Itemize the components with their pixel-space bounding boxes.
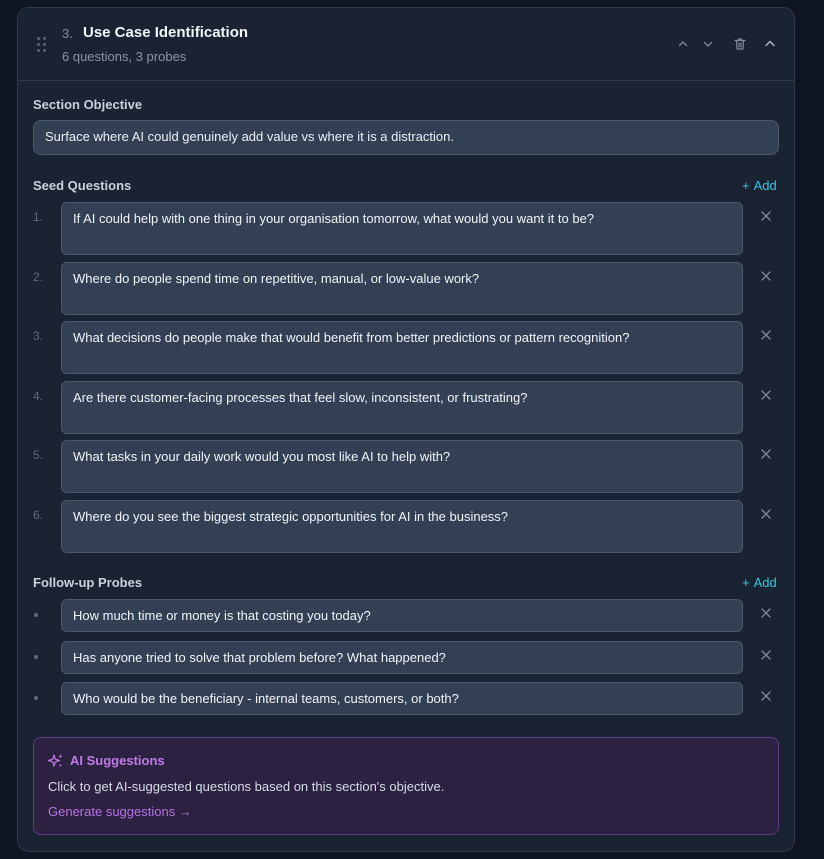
close-icon[interactable]: [759, 388, 773, 402]
drag-handle-icon[interactable]: [37, 37, 47, 53]
add-question-label: Add: [753, 178, 777, 193]
question-field[interactable]: Where do people spend time on repetitive…: [61, 262, 743, 315]
question-number: 4.: [33, 389, 44, 403]
trash-icon[interactable]: [730, 34, 750, 54]
question-field[interactable]: What tasks in your daily work would you …: [61, 440, 743, 493]
objective-label: Section Objective: [33, 97, 143, 112]
probe-field[interactable]: Who would be the beneficiary - internal …: [61, 682, 743, 715]
question-number: 5.: [33, 448, 44, 462]
section-number: 3.: [62, 26, 73, 41]
close-icon[interactable]: [759, 209, 773, 223]
bullet-icon: [34, 655, 38, 659]
generate-suggestions-link[interactable]: Generate suggestions →: [48, 804, 192, 819]
add-probe-label: Add: [753, 575, 777, 590]
question-field[interactable]: Where do you see the biggest strategic o…: [61, 500, 743, 553]
section-title: Use Case Identification: [83, 24, 249, 41]
probe-field[interactable]: How much time or money is that costing y…: [61, 599, 743, 632]
close-icon[interactable]: [759, 328, 773, 342]
section-header[interactable]: 3. Use Case Identification 6 questions, …: [18, 8, 794, 81]
move-up-icon[interactable]: [673, 34, 693, 54]
seed-questions-label: Seed Questions: [33, 178, 132, 193]
ai-suggestions-description: Click to get AI-suggested questions base…: [48, 779, 445, 794]
question-field[interactable]: What decisions do people make that would…: [61, 321, 743, 374]
section-card: 3. Use Case Identification 6 questions, …: [17, 7, 795, 852]
question-number: 3.: [33, 329, 44, 343]
move-down-icon[interactable]: [698, 34, 718, 54]
plus-icon: +: [742, 178, 750, 193]
follow-up-probes-label: Follow-up Probes: [33, 575, 143, 590]
question-number: 6.: [33, 508, 44, 522]
question-number: 1.: [33, 210, 44, 224]
close-icon[interactable]: [759, 648, 773, 662]
question-number: 2.: [33, 270, 44, 284]
sparkles-icon: [47, 753, 64, 769]
probe-field[interactable]: Has anyone tried to solve that problem b…: [61, 641, 743, 674]
plus-icon: +: [742, 575, 750, 590]
add-question-button[interactable]: + Add: [742, 178, 777, 193]
objective-field[interactable]: Surface where AI could genuinely add val…: [33, 120, 779, 155]
add-probe-button[interactable]: + Add: [742, 575, 777, 590]
bullet-icon: [34, 696, 38, 700]
bullet-icon: [34, 613, 38, 617]
section-meta: 6 questions, 3 probes: [62, 49, 187, 64]
close-icon[interactable]: [759, 447, 773, 461]
collapse-icon[interactable]: [760, 34, 780, 54]
close-icon[interactable]: [759, 507, 773, 521]
close-icon[interactable]: [759, 689, 773, 703]
question-field[interactable]: Are there customer-facing processes that…: [61, 381, 743, 434]
ai-suggestions-panel: AI Suggestions Click to get AI-suggested…: [33, 737, 779, 835]
close-icon[interactable]: [759, 269, 773, 283]
ai-suggestions-title: AI Suggestions: [70, 753, 165, 768]
close-icon[interactable]: [759, 606, 773, 620]
question-field[interactable]: If AI could help with one thing in your …: [61, 202, 743, 255]
